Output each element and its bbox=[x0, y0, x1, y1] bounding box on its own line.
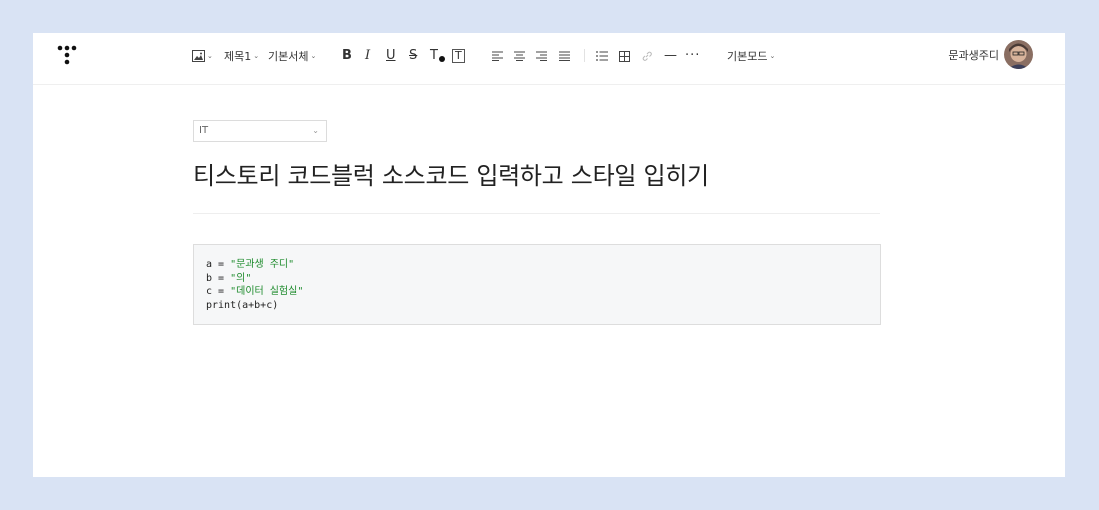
code-string: "문과생 주디" bbox=[230, 259, 295, 270]
category-select[interactable]: IT ⌄ bbox=[193, 120, 327, 142]
underline-button[interactable]: U bbox=[386, 45, 396, 67]
chevron-down-icon: ⌄ bbox=[312, 126, 319, 135]
link-icon bbox=[642, 51, 652, 61]
chevron-down-icon: ⌄ bbox=[310, 52, 317, 60]
table-button[interactable] bbox=[619, 45, 630, 67]
font-label: 기본서체 bbox=[268, 50, 309, 63]
color-dot-icon bbox=[438, 56, 445, 62]
align-center-icon bbox=[514, 51, 525, 61]
toolbar: ⌄ 제목1 ⌄ 기본서체 ⌄ B I U S T T — ··· 기본모드 ⌄ … bbox=[33, 33, 1065, 85]
align-right-button[interactable] bbox=[536, 45, 547, 67]
code-line: c = "데이터 실험실" bbox=[206, 285, 868, 299]
align-justify-icon bbox=[559, 51, 570, 61]
bold-button[interactable]: B bbox=[342, 45, 352, 67]
toolbar-divider bbox=[584, 49, 585, 62]
align-center-button[interactable] bbox=[514, 45, 525, 67]
code-text: print(a+b+c) bbox=[206, 299, 279, 311]
heading-label: 제목1 bbox=[224, 50, 252, 63]
bulleted-list-button[interactable] bbox=[596, 45, 608, 67]
post-title-input[interactable]: 티스토리 코드블럭 소스코드 입력하고 스타일 입히기 bbox=[193, 159, 709, 193]
insert-image-button[interactable]: ⌄ bbox=[192, 45, 213, 67]
category-label: IT bbox=[199, 125, 209, 136]
code-line: print(a+b+c) bbox=[206, 299, 868, 313]
align-right-icon bbox=[536, 51, 547, 61]
text-color-button[interactable]: T bbox=[430, 45, 445, 67]
text-background-icon: T bbox=[452, 49, 465, 63]
link-button[interactable] bbox=[641, 45, 653, 67]
chevron-down-icon: ⌄ bbox=[207, 52, 213, 60]
code-block[interactable]: a = "문과생 주디" b = "의" c = "데이터 실험실" print… bbox=[193, 244, 881, 325]
code-string: "의" bbox=[230, 272, 252, 284]
avatar[interactable] bbox=[1004, 40, 1033, 69]
chevron-down-icon: ⌄ bbox=[769, 52, 776, 60]
italic-icon: I bbox=[365, 48, 371, 63]
code-text: c = bbox=[206, 286, 231, 297]
code-text: a = bbox=[206, 259, 231, 270]
underline-icon: U bbox=[386, 48, 396, 63]
font-select[interactable]: 기본서체 ⌄ bbox=[268, 45, 316, 67]
editor-window: ⌄ 제목1 ⌄ 기본서체 ⌄ B I U S T T — ··· 기본모드 ⌄ … bbox=[33, 33, 1065, 477]
table-icon bbox=[619, 50, 630, 62]
horizontal-line-icon: — bbox=[664, 48, 677, 63]
list-icon bbox=[596, 51, 608, 61]
code-text: b = bbox=[206, 272, 231, 284]
italic-button[interactable]: I bbox=[365, 45, 370, 67]
text-background-button[interactable]: T bbox=[452, 45, 465, 67]
align-left-button[interactable] bbox=[492, 45, 503, 67]
bold-icon: B bbox=[342, 48, 352, 63]
more-icon: ··· bbox=[685, 48, 701, 63]
user-name[interactable]: 문과생주디 bbox=[948, 45, 999, 67]
strikethrough-button[interactable]: S bbox=[409, 45, 417, 67]
title-divider bbox=[193, 213, 880, 214]
avatar-image bbox=[1004, 40, 1033, 69]
code-line: a = "문과생 주디" bbox=[206, 258, 868, 272]
code-string: "데이터 실험실" bbox=[230, 286, 304, 297]
tistory-logo-icon[interactable] bbox=[57, 45, 77, 67]
code-line: b = "의" bbox=[206, 272, 868, 286]
mode-label: 기본모드 bbox=[727, 50, 768, 63]
align-justify-button[interactable] bbox=[559, 45, 570, 67]
more-button[interactable]: ··· bbox=[685, 45, 700, 67]
chevron-down-icon: ⌄ bbox=[253, 52, 260, 60]
text-color-icon: T bbox=[430, 48, 438, 63]
mode-select[interactable]: 기본모드 ⌄ bbox=[727, 45, 775, 67]
heading-select[interactable]: 제목1 ⌄ bbox=[224, 45, 259, 67]
image-icon bbox=[192, 50, 205, 62]
strikethrough-icon: S bbox=[409, 48, 418, 63]
horizontal-line-button[interactable]: — bbox=[664, 45, 677, 67]
align-left-icon bbox=[492, 51, 503, 61]
